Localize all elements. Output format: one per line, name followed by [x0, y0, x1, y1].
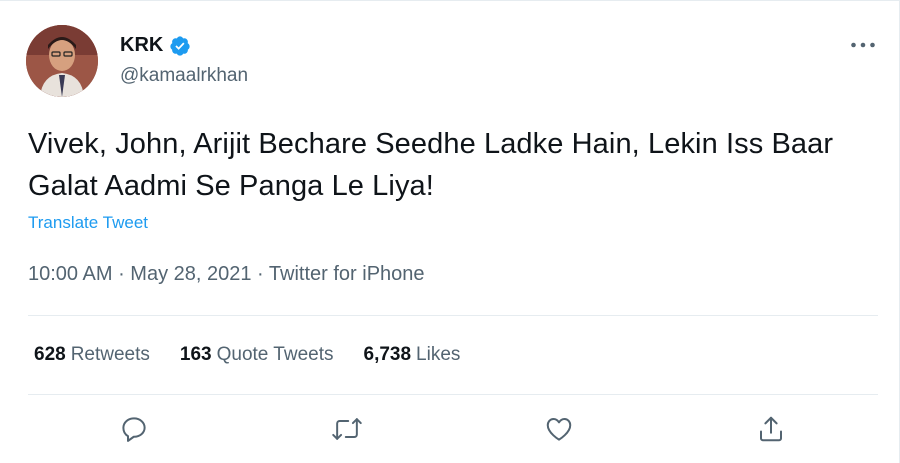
meta-separator: · — [251, 263, 269, 285]
divider — [28, 315, 878, 316]
reply-button[interactable] — [114, 409, 154, 449]
profile-photo-icon — [26, 25, 98, 97]
verified-badge-icon — [170, 35, 190, 56]
likes-count: 6,738 — [363, 344, 412, 365]
tweet-card: KRK @kamaalrkhan Vivek, John, Arijit Bec… — [0, 0, 900, 463]
name-row: KRK — [120, 34, 191, 57]
tweet-actions — [0, 409, 900, 449]
likes-label: Likes — [416, 344, 461, 365]
quote-tweets-label: Quote Tweets — [216, 344, 334, 365]
tweet-meta: 10:00 AM · May 28, 2021 · Twitter for iP… — [28, 263, 425, 286]
retweets-count: 628 — [34, 344, 66, 365]
reply-icon — [122, 417, 146, 442]
quote-tweets-stat[interactable]: 163 Quote Tweets — [180, 344, 334, 366]
share-button[interactable] — [751, 409, 791, 449]
divider — [28, 394, 878, 395]
heart-icon — [546, 418, 572, 441]
retweet-button[interactable] — [327, 409, 367, 449]
likes-stat[interactable]: 6,738 Likes — [364, 344, 461, 366]
translate-tweet-link[interactable]: Translate Tweet — [28, 213, 148, 233]
retweet-icon — [332, 418, 362, 440]
retweets-stat[interactable]: 628 Retweets — [34, 344, 150, 366]
share-icon — [760, 416, 782, 442]
more-dots-icon — [851, 42, 875, 48]
tweet-source[interactable]: Twitter for iPhone — [269, 263, 425, 285]
avatar[interactable] — [26, 25, 98, 97]
more-options-button[interactable] — [846, 31, 880, 59]
meta-separator: · — [112, 263, 131, 285]
tweet-date[interactable]: May 28, 2021 — [130, 263, 251, 285]
like-button[interactable] — [539, 409, 579, 449]
tweet-stats: 628 Retweets 163 Quote Tweets 6,738 Like… — [34, 344, 460, 366]
user-handle[interactable]: @kamaalrkhan — [120, 65, 248, 87]
tweet-text: Vivek, John, Arijit Bechare Seedhe Ladke… — [28, 128, 834, 202]
tweet-time[interactable]: 10:00 AM — [28, 263, 113, 285]
display-name[interactable]: KRK — [120, 34, 163, 57]
retweets-label: Retweets — [70, 344, 150, 365]
quote-tweets-count: 163 — [179, 344, 212, 365]
